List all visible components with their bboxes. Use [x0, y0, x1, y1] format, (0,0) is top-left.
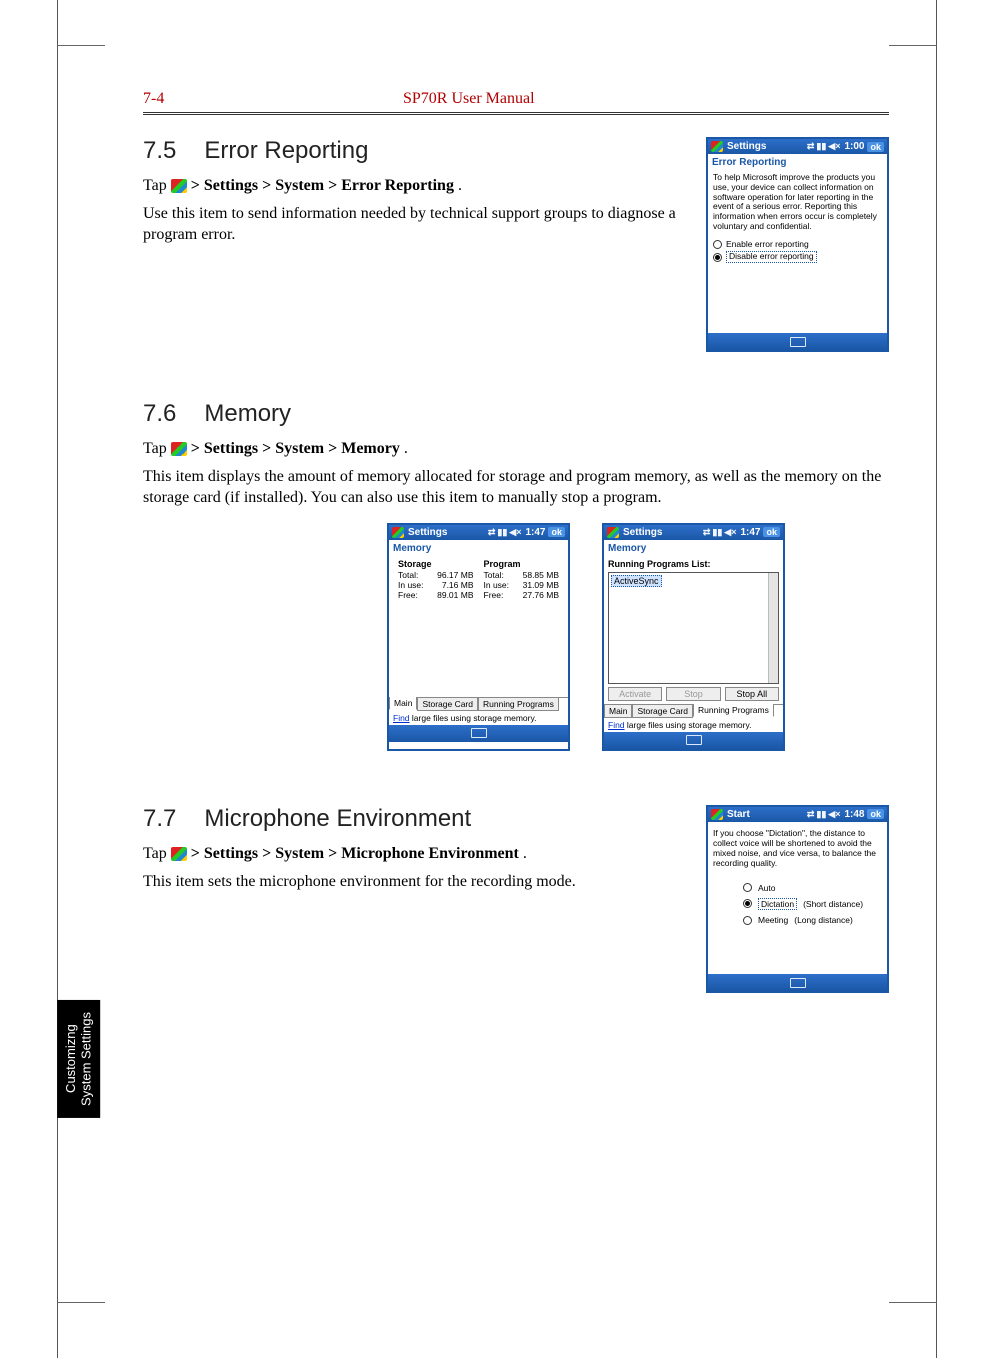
mic-para: If you choose "Dictation", the distance … — [713, 828, 882, 869]
sec-7-5-body: Use this item to send information needed… — [143, 203, 684, 246]
start-flag-icon — [171, 847, 187, 861]
scrollbar[interactable] — [768, 573, 778, 683]
keyboard-icon[interactable] — [790, 337, 806, 347]
signal-icon[interactable]: ▮▮ — [816, 141, 826, 152]
ok-button[interactable]: ok — [548, 527, 565, 537]
keyboard-icon[interactable] — [790, 978, 806, 988]
start-flag-icon[interactable] — [711, 809, 723, 820]
radio-meeting[interactable]: Meeting (Long distance) — [743, 915, 882, 925]
start-flag-icon — [171, 179, 187, 193]
side-tab-l1: Customizng — [63, 1025, 78, 1094]
sync-icon[interactable]: ⇄ — [488, 527, 496, 538]
keyboard-icon[interactable] — [471, 728, 487, 738]
header-rule — [143, 112, 889, 115]
volume-icon[interactable]: ◀× — [828, 141, 840, 152]
ss-para: To help Microsoft improve the products y… — [713, 173, 882, 232]
screenshot-memory-main: Settings ⇄ ▮▮ ◀× 1:47 ok Memory Storage … — [387, 523, 570, 751]
screenshot-error-reporting: Settings ⇄ ▮▮ ◀× 1:00 ok Error Reporting… — [706, 137, 889, 352]
start-flag-icon[interactable] — [711, 141, 723, 152]
clock: 1:00 — [844, 141, 864, 152]
storage-h: Storage — [398, 559, 474, 569]
ok-button[interactable]: ok — [867, 809, 884, 819]
sec-7-7-tap: Tap > Settings > System > Microphone Env… — [143, 843, 684, 865]
clock: 1:47 — [525, 527, 545, 538]
sec-7-5-title: Error Reporting — [204, 137, 368, 165]
sec-7-5-num: 7.5 — [143, 137, 176, 165]
ok-button[interactable]: ok — [763, 527, 780, 537]
sec-7-5-tap: Tap > Settings > System > Error Reportin… — [143, 175, 684, 197]
screenshot-microphone-env: Start ⇄ ▮▮ ◀× 1:48 ok If you choose "Dic… — [706, 805, 889, 993]
tab-running[interactable]: Running Programs — [693, 704, 774, 717]
start-flag-icon — [171, 442, 187, 456]
stop-button[interactable]: Stop — [666, 687, 720, 701]
activate-button[interactable]: Activate — [608, 687, 662, 701]
sec-7-7-body: This item sets the microphone environmen… — [143, 871, 684, 893]
sec-7-6-tap: Tap > Settings > System > Memory. — [143, 438, 889, 460]
start-flag-icon[interactable] — [392, 527, 404, 538]
radio-disable[interactable]: Disable error reporting — [713, 251, 882, 263]
ok-button[interactable]: ok — [867, 142, 884, 152]
tab-main[interactable]: Main — [389, 697, 417, 710]
sync-icon[interactable]: ⇄ — [807, 809, 815, 820]
screenshot-memory-running: Settings ⇄ ▮▮ ◀× 1:47 ok Memory Running … — [602, 523, 785, 751]
side-tab: Customizng System Settings — [57, 1000, 100, 1118]
volume-icon[interactable]: ◀× — [509, 527, 521, 538]
page-number: 7-4 — [143, 90, 403, 108]
radio-enable[interactable]: Enable error reporting — [713, 240, 882, 250]
manual-title: SP70R User Manual — [403, 90, 535, 108]
running-list[interactable]: ActiveSync — [608, 572, 779, 684]
running-list-label: Running Programs List: — [608, 559, 711, 569]
volume-icon[interactable]: ◀× — [724, 527, 736, 538]
tab-main[interactable]: Main — [604, 705, 632, 718]
ss-title[interactable]: Settings — [623, 527, 662, 538]
sync-icon[interactable]: ⇄ — [703, 527, 711, 538]
sec-7-7-num: 7.7 — [143, 805, 176, 833]
ss-subtitle: Error Reporting — [708, 154, 887, 171]
clock: 1:48 — [844, 809, 864, 820]
ss-subtitle: Memory — [389, 540, 568, 557]
ss-title[interactable]: Settings — [408, 527, 447, 538]
tab-card[interactable]: Storage Card — [417, 698, 478, 711]
radio-dictation[interactable]: Dictation (Short distance) — [743, 898, 882, 910]
keyboard-icon[interactable] — [686, 735, 702, 745]
list-item[interactable]: ActiveSync — [611, 575, 662, 587]
tab-running[interactable]: Running Programs — [478, 698, 559, 711]
sync-icon[interactable]: ⇄ — [807, 141, 815, 152]
clock: 1:47 — [740, 527, 760, 538]
sec-7-6-title: Memory — [204, 400, 291, 428]
signal-icon[interactable]: ▮▮ — [497, 527, 507, 538]
program-h: Program — [484, 559, 560, 569]
find-link[interactable]: Find — [393, 713, 410, 723]
sec-7-7-title: Microphone Environment — [204, 805, 471, 833]
ss-title[interactable]: Start — [727, 809, 750, 820]
stop-all-button[interactable]: Stop All — [725, 687, 779, 701]
tab-card[interactable]: Storage Card — [632, 705, 693, 718]
sec-7-6-num: 7.6 — [143, 400, 176, 428]
sec-7-6-body: This item displays the amount of memory … — [143, 466, 889, 509]
signal-icon[interactable]: ▮▮ — [816, 809, 826, 820]
ss-subtitle: Memory — [604, 540, 783, 557]
start-flag-icon[interactable] — [607, 527, 619, 538]
volume-icon[interactable]: ◀× — [828, 809, 840, 820]
side-tab-l2: System Settings — [79, 1012, 94, 1106]
radio-auto[interactable]: Auto — [743, 883, 882, 893]
ss-title[interactable]: Settings — [727, 141, 766, 152]
signal-icon[interactable]: ▮▮ — [712, 527, 722, 538]
find-link[interactable]: Find — [608, 720, 625, 730]
